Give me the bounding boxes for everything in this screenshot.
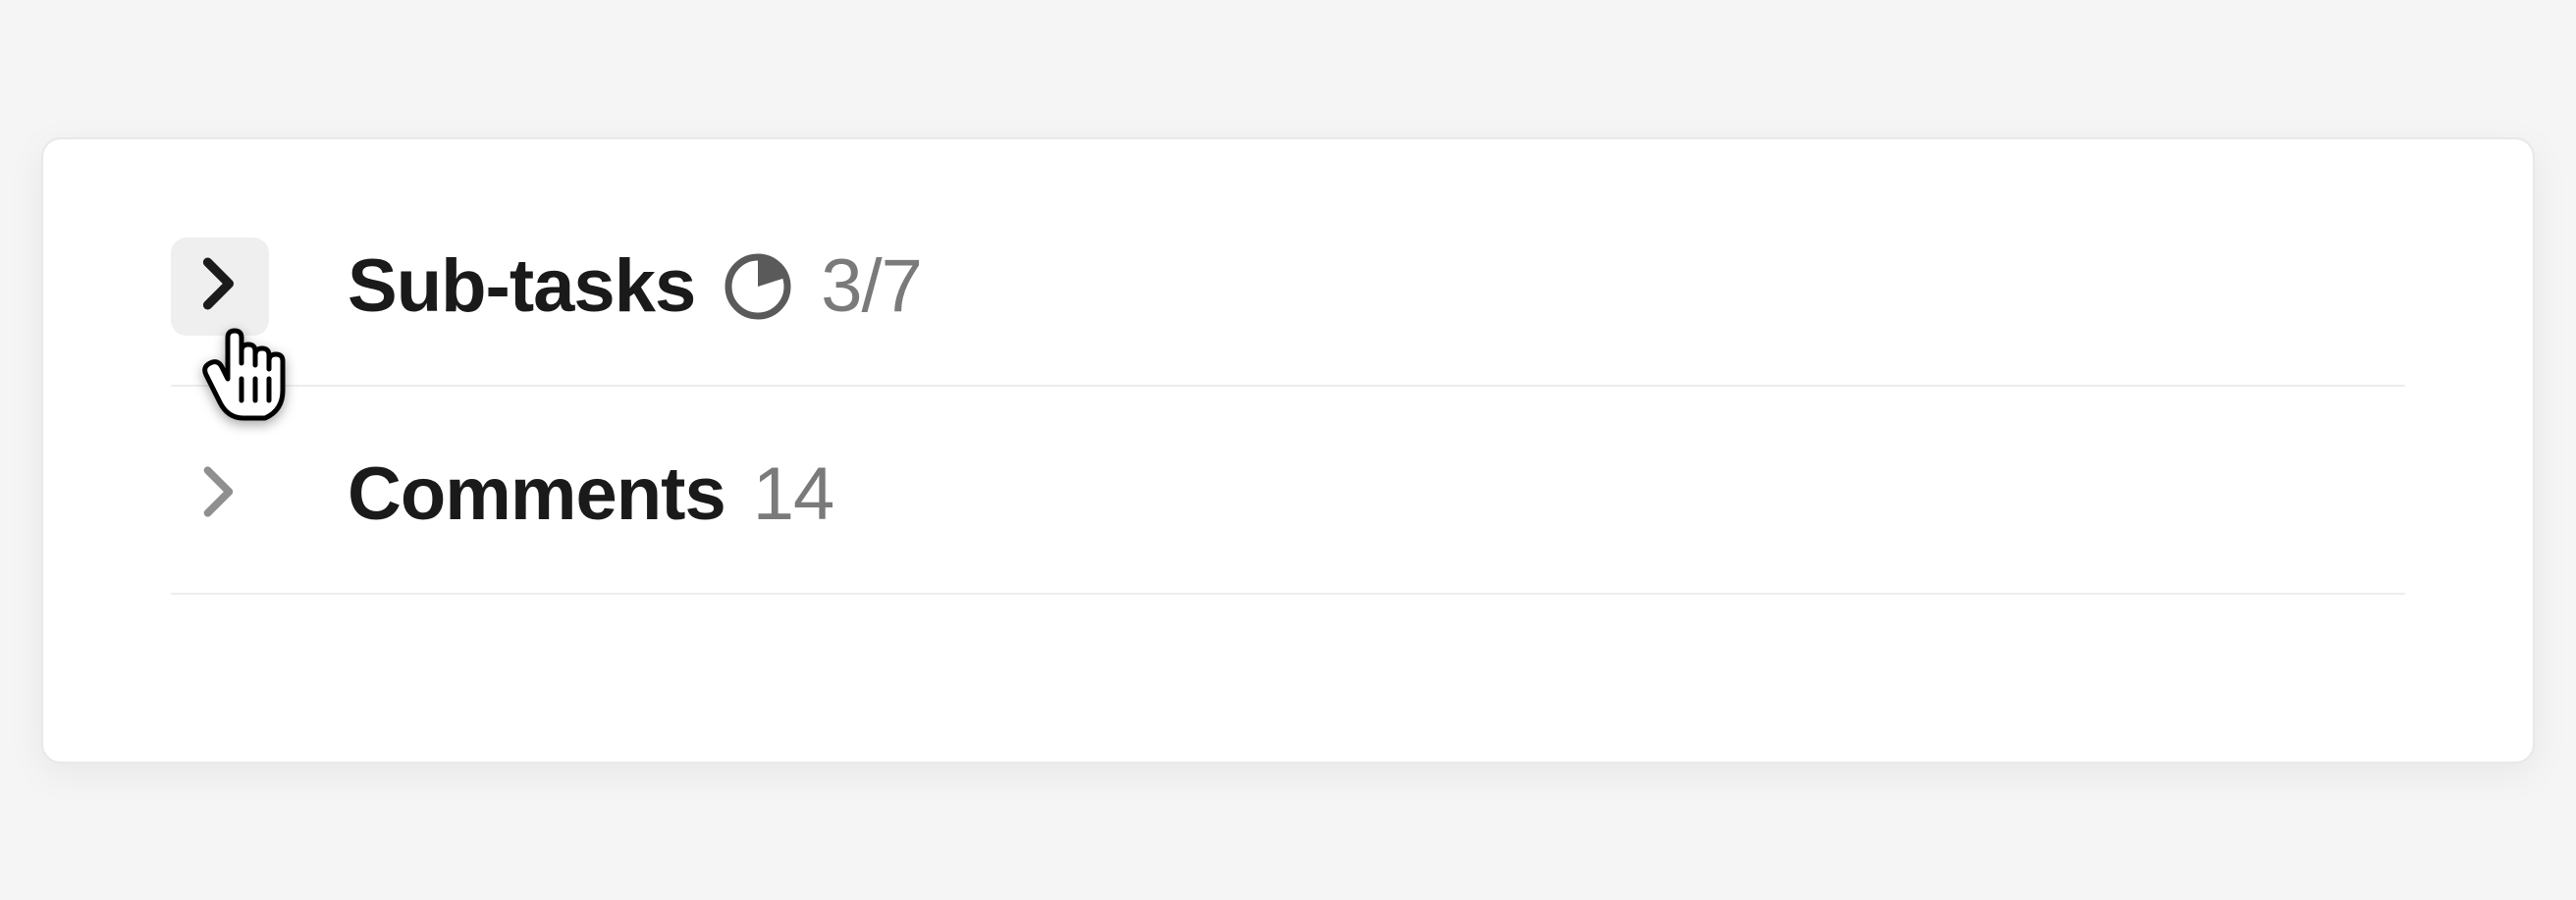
subtasks-expand-toggle[interactable] — [171, 238, 269, 336]
comments-header[interactable]: Comments 14 — [348, 451, 833, 537]
subtasks-section: Sub-tasks 3/7 — [171, 238, 2405, 387]
subtasks-count: 3/7 — [821, 243, 922, 329]
panel-card: Sub-tasks 3/7 Comments 14 — [41, 137, 2535, 764]
comments-title: Comments — [348, 451, 725, 537]
progress-pie-icon — [723, 251, 793, 322]
subtasks-title: Sub-tasks — [348, 243, 695, 329]
chevron-right-icon — [201, 464, 239, 524]
chevron-right-icon — [201, 256, 239, 316]
subtasks-header[interactable]: Sub-tasks 3/7 — [348, 243, 922, 329]
comments-expand-toggle[interactable] — [171, 446, 269, 544]
comments-count: 14 — [753, 451, 834, 537]
comments-section: Comments 14 — [171, 446, 2405, 595]
